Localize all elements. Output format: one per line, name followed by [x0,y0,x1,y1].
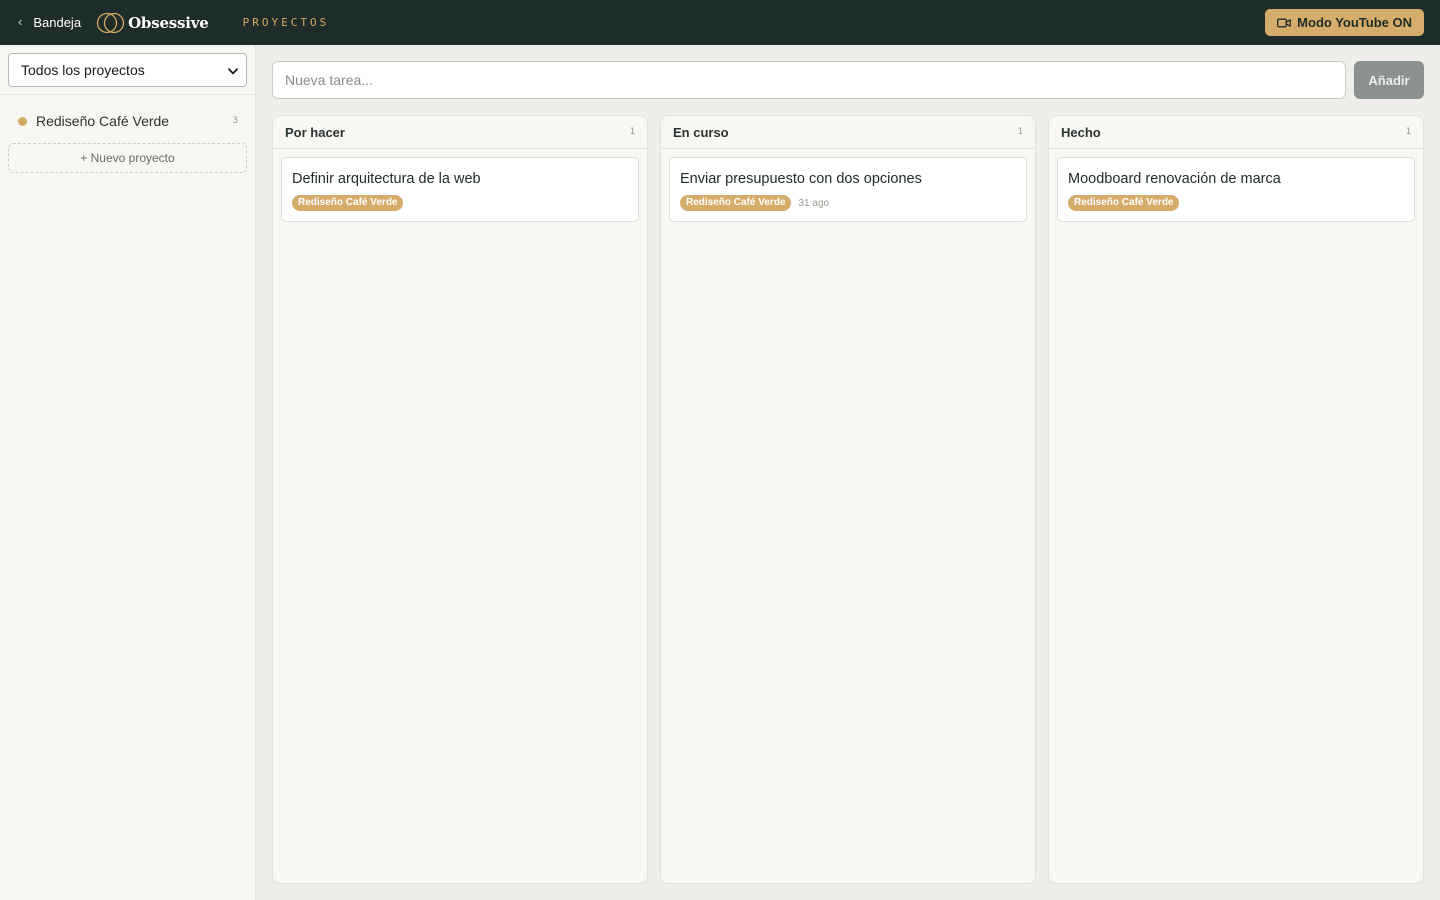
brand-name: Obsessive [128,13,209,32]
project-color-dot [18,116,27,126]
task-title: Enviar presupuesto con dos opciones [680,171,922,187]
task-card[interactable]: Moodboard renovación de marca Rediseño C… [1057,157,1415,222]
column-count: 1 [1405,127,1411,137]
add-task-button[interactable]: Añadir [1354,61,1424,99]
task-card[interactable]: Enviar presupuesto con dos opciones Redi… [669,157,1027,222]
chevron-down-icon [228,62,238,78]
task-meta: Rediseño Café Verde [292,195,628,211]
youtube-mode-button[interactable]: Modo YouTube ON [1265,9,1424,36]
section-title: PROYECTOS [242,16,330,29]
new-task-input[interactable] [272,61,1346,99]
column-count: 1 [629,127,635,137]
sidebar-divider [0,94,255,95]
brand: Obsessive [96,12,209,34]
task-due-date: 31 ago [798,197,830,209]
column-header: Hecho 1 [1049,116,1423,149]
column-in-progress: En curso 1 Enviar presupuesto con dos op… [660,115,1036,884]
project-filter-value: Todos los proyectos [21,62,145,78]
sidebar-project-item[interactable]: Rediseño Café Verde 3 [18,112,238,130]
task-title: Moodboard renovación de marca [1068,171,1281,187]
brand-logo-icon [96,12,126,34]
chevron-left-icon: ‹ [18,14,23,29]
column-header: En curso 1 [661,116,1035,149]
column-title: Por hacer [285,124,345,140]
column-header: Por hacer 1 [273,116,647,149]
project-tag: Rediseño Café Verde [1068,195,1180,211]
task-meta: Rediseño Café Verde [1068,195,1404,211]
project-tag: Rediseño Café Verde [292,195,404,211]
back-to-inbox-link[interactable]: ‹ Bandeja [18,14,82,30]
new-project-button[interactable]: + Nuevo proyecto [8,143,247,173]
column-title: Hecho [1061,124,1101,140]
task-meta: Rediseño Café Verde 31 ago [680,195,1016,211]
youtube-mode-label: Modo YouTube ON [1297,15,1412,30]
project-filter-select[interactable]: Todos los proyectos [8,53,247,87]
task-card[interactable]: Definir arquitectura de la web Rediseño … [281,157,639,222]
top-bar: ‹ Bandeja Obsessive PROYECTOS Modo YouTu… [0,0,1440,45]
column-todo: Por hacer 1 Definir arquitectura de la w… [272,115,648,884]
column-title: En curso [673,124,729,140]
column-done: Hecho 1 Moodboard renovación de marca Re… [1048,115,1424,884]
project-tag: Rediseño Café Verde [680,195,792,211]
back-label: Bandeja [33,15,82,30]
task-title: Definir arquitectura de la web [292,171,481,187]
project-name: Rediseño Café Verde [36,113,170,129]
project-task-count: 3 [232,116,238,126]
column-count: 1 [1017,127,1023,137]
video-camera-icon [1277,18,1292,28]
sidebar: Todos los proyectos Rediseño Café Verde … [0,45,256,900]
